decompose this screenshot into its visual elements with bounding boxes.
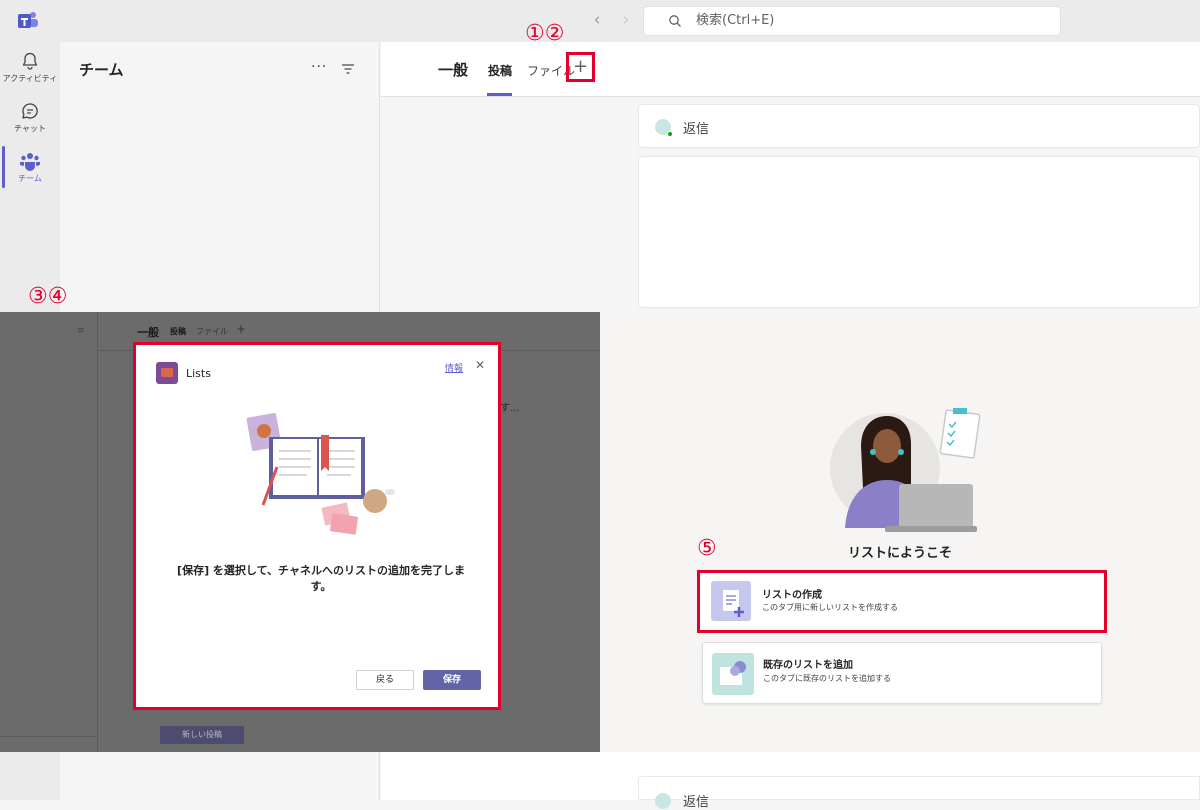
lists-app-icon: [156, 362, 178, 384]
annotation-step-5: ⑤: [697, 536, 717, 561]
dialog-message: [保存] を選択して、チャネルへのリストの追加を完了します。: [177, 564, 465, 593]
rail-label-activity: アクティビティ: [2, 74, 58, 83]
avatar: [655, 793, 671, 809]
search-icon: [669, 15, 681, 27]
channel-header: 一般 投稿 ファイル +: [381, 42, 1200, 97]
dim-new-post-button: 新しい投稿: [160, 726, 244, 744]
reply-card: 返信: [638, 104, 1200, 148]
bell-icon: [22, 52, 38, 70]
add-existing-list-description: このタブに既存のリストを追加する: [763, 674, 891, 683]
woman-with-laptop-illustration-icon: [830, 408, 981, 532]
dim-truncated-text: す...: [500, 403, 520, 414]
rail-label-teams: チーム: [18, 174, 42, 183]
info-link[interactable]: 情報: [445, 361, 463, 374]
welcome-title: リストにようこそ: [847, 546, 952, 561]
team-pane-title: チーム: [79, 61, 124, 79]
dim-tab-posts: 投稿: [170, 327, 186, 336]
reply-card: 返信: [638, 776, 1200, 810]
channel-title: 一般: [438, 61, 469, 79]
add-tab-highlight: +: [566, 52, 595, 82]
divider: [0, 736, 97, 737]
app-rail-bottom: [0, 752, 60, 800]
reply-button[interactable]: 返信: [683, 118, 709, 137]
add-existing-list-option[interactable]: 既存のリストを追加 このタブに既存のリストを追加する: [702, 642, 1102, 704]
more-options-button[interactable]: ···: [311, 59, 327, 75]
create-list-option[interactable]: リストの作成 このタブ用に新しいリストを作成する: [697, 570, 1107, 633]
filter-icon[interactable]: [341, 63, 355, 75]
chat-icon: [22, 103, 38, 119]
filter-icon: ≡: [77, 326, 85, 336]
rail-item-teams[interactable]: チーム: [0, 146, 60, 196]
lists-dialog: Lists 情報 ✕ [保存] を選択して、チャネルへのリストの追加を完了します…: [133, 342, 501, 710]
team-list-pane-bottom: [60, 752, 380, 800]
back-button[interactable]: ‹: [588, 9, 606, 31]
teams-logo-icon: [18, 12, 38, 28]
dim-channel-title: 一般: [137, 326, 159, 339]
forward-button[interactable]: ›: [617, 9, 635, 31]
search-input[interactable]: 検索(Ctrl+E): [696, 7, 774, 35]
rail-label-chat: チャット: [14, 124, 46, 133]
annotation-steps-1-2: ①②: [525, 21, 565, 46]
save-button[interactable]: 保存: [423, 670, 481, 690]
annotation-steps-3-4: ③④: [28, 284, 68, 309]
lists-app-icon-inner: [161, 368, 173, 377]
active-tab-underline: [487, 93, 512, 96]
create-list-title: リストの作成: [762, 590, 822, 601]
tab-posts[interactable]: 投稿: [488, 62, 512, 79]
dim-add-tab: +: [236, 322, 247, 336]
add-existing-list-title: 既存のリストを追加: [763, 660, 853, 671]
existing-list-icon: [712, 653, 754, 695]
book-illustration-icon: [246, 412, 395, 535]
post-card: [638, 156, 1200, 308]
create-list-description: このタブ用に新しいリストを作成する: [762, 603, 898, 612]
rail-item-chat[interactable]: チャット: [0, 96, 60, 146]
teams-icon: [20, 153, 40, 171]
divider: [97, 312, 98, 752]
close-button[interactable]: ✕: [475, 358, 485, 372]
back-button[interactable]: 戻る: [356, 670, 414, 690]
title-bar: ‹ › 検索(Ctrl+E): [0, 0, 1200, 42]
rail-item-activity[interactable]: アクティビティ: [0, 46, 60, 96]
add-tab-button[interactable]: +: [569, 55, 592, 79]
lists-welcome-panel: リストにようこそ リストの作成 このタブ用に新しいリストを作成する 既存のリスト…: [600, 308, 1200, 752]
presence-status-icon: [667, 131, 673, 137]
search-box[interactable]: 検索(Ctrl+E): [643, 6, 1061, 36]
dim-tab-files: ファイル: [196, 327, 228, 336]
create-list-icon: [711, 581, 751, 621]
dialog-app-name: Lists: [186, 367, 211, 380]
reply-button[interactable]: 返信: [683, 791, 709, 810]
